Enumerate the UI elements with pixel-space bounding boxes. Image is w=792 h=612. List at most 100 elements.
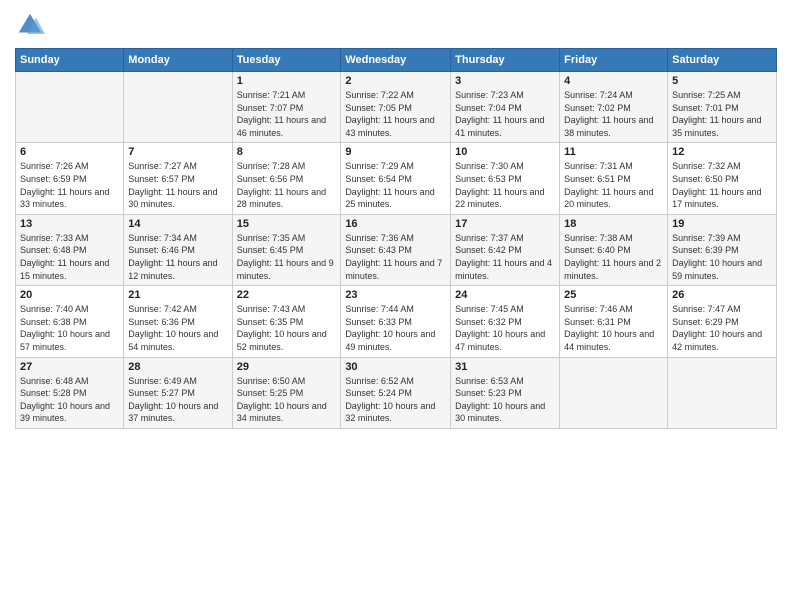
day-info: Sunrise: 7:29 AM Sunset: 6:54 PM Dayligh… xyxy=(345,160,446,210)
day-info: Sunrise: 6:50 AM Sunset: 5:25 PM Dayligh… xyxy=(237,375,337,425)
day-info: Sunrise: 7:34 AM Sunset: 6:46 PM Dayligh… xyxy=(128,232,227,282)
calendar-cell: 24 Sunrise: 7:45 AM Sunset: 6:32 PM Dayli… xyxy=(451,286,560,357)
calendar-cell: 9 Sunrise: 7:29 AM Sunset: 6:54 PM Daylig… xyxy=(341,143,451,214)
calendar-cell: 27 Sunrise: 6:48 AM Sunset: 5:28 PM Dayli… xyxy=(16,357,124,428)
calendar-header-row: SundayMondayTuesdayWednesdayThursdayFrid… xyxy=(16,49,777,72)
calendar-cell xyxy=(16,72,124,143)
day-info: Sunrise: 6:48 AM Sunset: 5:28 PM Dayligh… xyxy=(20,375,119,425)
day-number: 30 xyxy=(345,361,446,373)
day-info: Sunrise: 7:45 AM Sunset: 6:32 PM Dayligh… xyxy=(455,303,555,353)
day-info: Sunrise: 7:39 AM Sunset: 6:39 PM Dayligh… xyxy=(672,232,772,282)
day-info: Sunrise: 6:49 AM Sunset: 5:27 PM Dayligh… xyxy=(128,375,227,425)
day-info: Sunrise: 7:40 AM Sunset: 6:38 PM Dayligh… xyxy=(20,303,119,353)
calendar-table: SundayMondayTuesdayWednesdayThursdayFrid… xyxy=(15,48,777,429)
weekday-header: Friday xyxy=(560,49,668,72)
day-number: 3 xyxy=(455,75,555,87)
day-number: 22 xyxy=(237,289,337,301)
day-info: Sunrise: 7:27 AM Sunset: 6:57 PM Dayligh… xyxy=(128,160,227,210)
calendar-cell: 23Sunrise: 7:44 AM Sunset: 6:33 PM Dayli… xyxy=(341,286,451,357)
calendar-cell: 8 Sunrise: 7:28 AM Sunset: 6:56 PM Daylig… xyxy=(232,143,341,214)
calendar-cell: 2 Sunrise: 7:22 AM Sunset: 7:05 PM Daylig… xyxy=(341,72,451,143)
day-info: Sunrise: 7:28 AM Sunset: 6:56 PM Dayligh… xyxy=(237,160,337,210)
weekday-header: Tuesday xyxy=(232,49,341,72)
day-info: Sunrise: 7:43 AM Sunset: 6:35 PM Dayligh… xyxy=(237,303,337,353)
calendar-cell: 19 Sunrise: 7:39 AM Sunset: 6:39 PM Dayli… xyxy=(668,214,777,285)
day-number: 10 xyxy=(455,146,555,158)
day-info: Sunrise: 7:33 AM Sunset: 6:48 PM Dayligh… xyxy=(20,232,119,282)
calendar-cell: 5 Sunrise: 7:25 AM Sunset: 7:01 PM Daylig… xyxy=(668,72,777,143)
day-info: Sunrise: 7:47 AM Sunset: 6:29 PM Dayligh… xyxy=(672,303,772,353)
calendar-week-row: 27 Sunrise: 6:48 AM Sunset: 5:28 PM Dayli… xyxy=(16,357,777,428)
day-number: 8 xyxy=(237,146,337,158)
calendar-cell xyxy=(124,72,232,143)
day-number: 13 xyxy=(20,218,119,230)
calendar-cell: 10 Sunrise: 7:30 AM Sunset: 6:53 PM Dayli… xyxy=(451,143,560,214)
calendar-cell: 18 Sunrise: 7:38 AM Sunset: 6:40 PM Dayli… xyxy=(560,214,668,285)
calendar-cell: 28Sunrise: 6:49 AM Sunset: 5:27 PM Dayli… xyxy=(124,357,232,428)
day-number: 21 xyxy=(128,289,227,301)
calendar-cell: 26 Sunrise: 7:47 AM Sunset: 6:29 PM Dayli… xyxy=(668,286,777,357)
day-info: Sunrise: 7:36 AM Sunset: 6:43 PM Dayligh… xyxy=(345,232,446,282)
day-number: 18 xyxy=(564,218,663,230)
day-info: Sunrise: 7:37 AM Sunset: 6:42 PM Dayligh… xyxy=(455,232,555,282)
day-number: 29 xyxy=(237,361,337,373)
calendar-cell: 12Sunrise: 7:32 AM Sunset: 6:50 PM Dayli… xyxy=(668,143,777,214)
day-number: 7 xyxy=(128,146,227,158)
calendar-cell: 7 Sunrise: 7:27 AM Sunset: 6:57 PM Daylig… xyxy=(124,143,232,214)
day-info: Sunrise: 7:30 AM Sunset: 6:53 PM Dayligh… xyxy=(455,160,555,210)
day-info: Sunrise: 6:53 AM Sunset: 5:23 PM Dayligh… xyxy=(455,375,555,425)
day-number: 25 xyxy=(564,289,663,301)
day-number: 24 xyxy=(455,289,555,301)
day-number: 6 xyxy=(20,146,119,158)
day-info: Sunrise: 7:26 AM Sunset: 6:59 PM Dayligh… xyxy=(20,160,119,210)
day-number: 27 xyxy=(20,361,119,373)
day-info: Sunrise: 7:35 AM Sunset: 6:45 PM Dayligh… xyxy=(237,232,337,282)
calendar-cell: 22 Sunrise: 7:43 AM Sunset: 6:35 PM Dayli… xyxy=(232,286,341,357)
day-number: 9 xyxy=(345,146,446,158)
day-number: 11 xyxy=(564,146,663,158)
calendar-cell: 4 Sunrise: 7:24 AM Sunset: 7:02 PM Daylig… xyxy=(560,72,668,143)
calendar-cell: 30 Sunrise: 6:52 AM Sunset: 5:24 PM Dayli… xyxy=(341,357,451,428)
calendar-cell: 3Sunrise: 7:23 AM Sunset: 7:04 PM Daylig… xyxy=(451,72,560,143)
page: SundayMondayTuesdayWednesdayThursdayFrid… xyxy=(0,0,792,612)
day-number: 19 xyxy=(672,218,772,230)
day-info: Sunrise: 7:42 AM Sunset: 6:36 PM Dayligh… xyxy=(128,303,227,353)
calendar-cell xyxy=(560,357,668,428)
logo-icon xyxy=(15,10,45,40)
day-info: Sunrise: 7:46 AM Sunset: 6:31 PM Dayligh… xyxy=(564,303,663,353)
day-number: 2 xyxy=(345,75,446,87)
calendar-cell: 20 Sunrise: 7:40 AM Sunset: 6:38 PM Dayli… xyxy=(16,286,124,357)
calendar-cell: 13 Sunrise: 7:33 AM Sunset: 6:48 PM Dayli… xyxy=(16,214,124,285)
day-info: Sunrise: 7:31 AM Sunset: 6:51 PM Dayligh… xyxy=(564,160,663,210)
day-number: 5 xyxy=(672,75,772,87)
day-number: 4 xyxy=(564,75,663,87)
day-info: Sunrise: 7:38 AM Sunset: 6:40 PM Dayligh… xyxy=(564,232,663,282)
day-info: Sunrise: 7:25 AM Sunset: 7:01 PM Dayligh… xyxy=(672,89,772,139)
day-number: 15 xyxy=(237,218,337,230)
day-info: Sunrise: 7:24 AM Sunset: 7:02 PM Dayligh… xyxy=(564,89,663,139)
calendar-cell: 31Sunrise: 6:53 AM Sunset: 5:23 PM Dayli… xyxy=(451,357,560,428)
calendar-cell: 16 Sunrise: 7:36 AM Sunset: 6:43 PM Dayli… xyxy=(341,214,451,285)
day-number: 17 xyxy=(455,218,555,230)
day-info: Sunrise: 6:52 AM Sunset: 5:24 PM Dayligh… xyxy=(345,375,446,425)
calendar-cell: 29 Sunrise: 6:50 AM Sunset: 5:25 PM Dayli… xyxy=(232,357,341,428)
weekday-header: Thursday xyxy=(451,49,560,72)
calendar-cell: 14 Sunrise: 7:34 AM Sunset: 6:46 PM Dayli… xyxy=(124,214,232,285)
weekday-header: Sunday xyxy=(16,49,124,72)
day-number: 20 xyxy=(20,289,119,301)
calendar-week-row: 20 Sunrise: 7:40 AM Sunset: 6:38 PM Dayli… xyxy=(16,286,777,357)
logo xyxy=(15,10,49,40)
calendar-cell xyxy=(668,357,777,428)
day-number: 14 xyxy=(128,218,227,230)
calendar-week-row: 1Sunrise: 7:21 AM Sunset: 7:07 PM Daylig… xyxy=(16,72,777,143)
calendar-cell: 11 Sunrise: 7:31 AM Sunset: 6:51 PM Dayli… xyxy=(560,143,668,214)
header xyxy=(15,10,777,40)
day-number: 16 xyxy=(345,218,446,230)
calendar-cell: 25 Sunrise: 7:46 AM Sunset: 6:31 PM Dayli… xyxy=(560,286,668,357)
day-number: 26 xyxy=(672,289,772,301)
calendar-week-row: 6 Sunrise: 7:26 AM Sunset: 6:59 PM Daylig… xyxy=(16,143,777,214)
calendar-cell: 6 Sunrise: 7:26 AM Sunset: 6:59 PM Daylig… xyxy=(16,143,124,214)
calendar-cell: 21 Sunrise: 7:42 AM Sunset: 6:36 PM Dayli… xyxy=(124,286,232,357)
calendar-cell: 1Sunrise: 7:21 AM Sunset: 7:07 PM Daylig… xyxy=(232,72,341,143)
day-info: Sunrise: 7:22 AM Sunset: 7:05 PM Dayligh… xyxy=(345,89,446,139)
